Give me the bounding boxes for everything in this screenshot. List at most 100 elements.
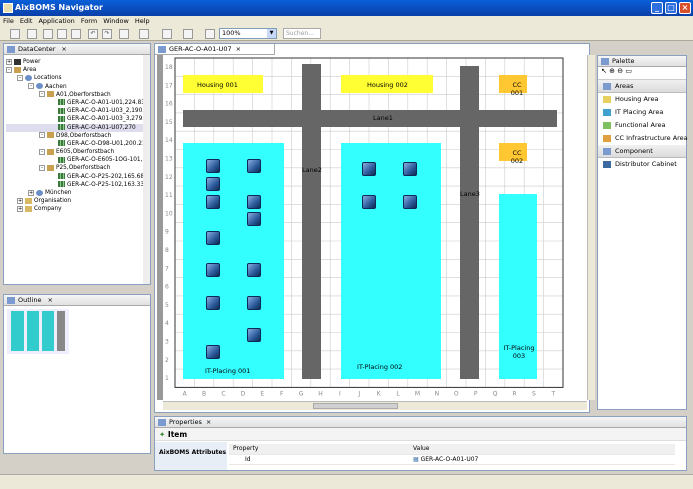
distributor-cabinet-icon[interactable] bbox=[206, 195, 220, 209]
vertical-scrollbar[interactable] bbox=[587, 55, 595, 400]
menu-file[interactable]: File bbox=[0, 16, 17, 26]
expand-icon[interactable]: + bbox=[17, 205, 23, 212]
lane-3[interactable]: Lane3 bbox=[460, 66, 480, 379]
expand-icon[interactable]: - bbox=[39, 132, 45, 139]
distributor-cabinet-icon[interactable] bbox=[206, 345, 220, 359]
palette-group[interactable]: Component bbox=[598, 145, 686, 158]
tree-scrollbar[interactable] bbox=[143, 55, 150, 284]
menu-application[interactable]: Application bbox=[35, 16, 77, 26]
attributes-section[interactable]: AixBOMS Attributes bbox=[155, 442, 227, 470]
search-input[interactable]: Suchen... bbox=[283, 28, 321, 39]
tree-item[interactable]: GER-AC-O-P25-202,165.68 bbox=[6, 173, 150, 181]
distributor-cabinet-icon[interactable] bbox=[362, 195, 376, 209]
close-icon[interactable]: × bbox=[61, 45, 66, 53]
expand-icon[interactable]: - bbox=[28, 83, 34, 90]
distributor-cabinet-icon[interactable] bbox=[247, 263, 261, 277]
datacenter-tab[interactable]: DataCenter × bbox=[4, 44, 150, 55]
distributor-cabinet-icon[interactable] bbox=[247, 328, 261, 342]
menu-form[interactable]: Form bbox=[78, 16, 100, 26]
horizontal-scrollbar[interactable] bbox=[163, 401, 587, 410]
tree-item[interactable]: + München bbox=[6, 189, 150, 197]
zoom-select[interactable]: 100% ▼ bbox=[219, 28, 277, 39]
expand-icon[interactable]: - bbox=[39, 148, 45, 155]
distributor-cabinet-icon[interactable] bbox=[206, 159, 220, 173]
tree-item[interactable]: GER-AC-O-A01-U03_3,279.0 bbox=[6, 115, 150, 123]
scroll-thumb[interactable] bbox=[313, 403, 398, 409]
tree-item[interactable]: - Area bbox=[6, 66, 150, 74]
tree-item[interactable]: - D98,Oberforstbach bbox=[6, 132, 150, 140]
minimize-button[interactable]: _ bbox=[651, 2, 663, 14]
tree-item[interactable]: - Aachen bbox=[6, 83, 150, 91]
pencil-icon[interactable] bbox=[119, 29, 129, 39]
distributor-cabinet-icon[interactable] bbox=[247, 195, 261, 209]
expand-icon[interactable]: + bbox=[6, 58, 12, 65]
palette-group[interactable]: Areas bbox=[598, 80, 686, 93]
menu-window[interactable]: Window bbox=[100, 16, 132, 26]
editor-tab[interactable]: GER-AC-O-A01-U07 × bbox=[155, 44, 275, 55]
zoom-in-icon[interactable]: ⊕ bbox=[609, 67, 615, 75]
distributor-cabinet-icon[interactable] bbox=[362, 162, 376, 176]
expand-icon[interactable]: - bbox=[39, 91, 45, 98]
cc-area-2[interactable]: CC 002 bbox=[499, 143, 527, 165]
tree-item[interactable]: - Locations bbox=[6, 74, 150, 82]
distributor-cabinet-icon[interactable] bbox=[403, 162, 417, 176]
tree-item[interactable]: + Power bbox=[6, 58, 150, 66]
folder-icon[interactable]: ▭ bbox=[625, 67, 632, 75]
expand-icon[interactable]: - bbox=[39, 164, 45, 171]
distributor-cabinet-icon[interactable] bbox=[403, 195, 417, 209]
cc-area-1[interactable]: CC 001 bbox=[499, 75, 527, 97]
distributor-cabinet-icon[interactable] bbox=[206, 177, 220, 191]
tree-item[interactable]: + Company bbox=[6, 205, 150, 213]
tree-item[interactable]: GER-AC-O-A01-U03_2,190.0 bbox=[6, 107, 150, 115]
align-icon[interactable] bbox=[162, 29, 172, 39]
lane-1[interactable]: Lane1 bbox=[183, 110, 557, 127]
maximize-button[interactable]: □ bbox=[665, 2, 677, 14]
cut-icon[interactable] bbox=[43, 29, 53, 39]
tree-item[interactable]: - E605,Oberforstbach bbox=[6, 148, 150, 156]
lane-2[interactable]: Lane2 bbox=[302, 64, 322, 379]
tree-item[interactable]: GER-AC-O-E605-1OG-101,16 bbox=[6, 156, 150, 164]
tree-item[interactable]: GER-AC-O-D98-U01,200.21 bbox=[6, 140, 150, 148]
paste-icon[interactable] bbox=[71, 29, 81, 39]
save-icon[interactable] bbox=[27, 29, 37, 39]
close-icon[interactable]: × bbox=[48, 296, 53, 304]
tree-item[interactable]: - A01,Oberforstbach bbox=[6, 91, 150, 99]
distributor-cabinet-icon[interactable] bbox=[247, 159, 261, 173]
grid-icon[interactable] bbox=[205, 29, 215, 39]
layout-icon[interactable] bbox=[139, 29, 149, 39]
close-icon[interactable]: × bbox=[236, 45, 241, 53]
outline-tab[interactable]: Outline × bbox=[4, 295, 150, 306]
palette-tab[interactable]: Palette bbox=[598, 56, 686, 67]
distributor-cabinet-icon[interactable] bbox=[206, 231, 220, 245]
it-placing-area-2[interactable]: IT-Placing 002 bbox=[341, 143, 441, 379]
distributor-cabinet-icon[interactable] bbox=[247, 296, 261, 310]
redo-icon[interactable]: ↷ bbox=[102, 29, 112, 39]
housing-area-1[interactable]: Housing 001 bbox=[183, 75, 263, 93]
floorplan-canvas[interactable]: A B C D E F G H I J K L M N O P Q R S T 18 17 16 15 14 13 12 11 10 9 8… bbox=[163, 55, 587, 400]
close-icon[interactable]: × bbox=[206, 418, 211, 426]
it-placing-area-1[interactable]: IT-Placing 001 bbox=[183, 143, 284, 379]
distributor-cabinet-icon[interactable] bbox=[206, 296, 220, 310]
expand-icon[interactable]: - bbox=[17, 74, 23, 81]
tree-item[interactable]: + Organisation bbox=[6, 197, 150, 205]
expand-icon[interactable]: + bbox=[28, 189, 34, 196]
new-icon[interactable] bbox=[10, 29, 20, 39]
tree-item[interactable]: GER-AC-O-A01-U07,270 bbox=[6, 123, 150, 132]
expand-icon[interactable]: - bbox=[6, 66, 12, 73]
distribute-icon[interactable] bbox=[183, 29, 193, 39]
palette-item[interactable]: Distributor Cabinet bbox=[598, 158, 686, 171]
outline-thumbnail[interactable] bbox=[7, 309, 69, 354]
expand-icon[interactable]: + bbox=[17, 197, 23, 204]
menu-edit[interactable]: Edit bbox=[17, 16, 36, 26]
close-button[interactable]: × bbox=[679, 2, 691, 14]
zoom-out-icon[interactable]: ⊖ bbox=[617, 67, 623, 75]
housing-area-2[interactable]: Housing 002 bbox=[341, 75, 433, 93]
properties-tab[interactable]: Properties × bbox=[155, 417, 686, 428]
distributor-cabinet-icon[interactable] bbox=[206, 263, 220, 277]
palette-item[interactable]: CC Infrastructure Area bbox=[598, 132, 688, 145]
tree-item[interactable]: - P25,Oberforstbach bbox=[6, 164, 150, 172]
it-placing-area-3[interactable]: IT-Placing 003 bbox=[499, 194, 537, 379]
undo-icon[interactable]: ↶ bbox=[88, 29, 98, 39]
copy-icon[interactable] bbox=[57, 29, 67, 39]
palette-item[interactable]: Functional Area bbox=[598, 119, 686, 132]
